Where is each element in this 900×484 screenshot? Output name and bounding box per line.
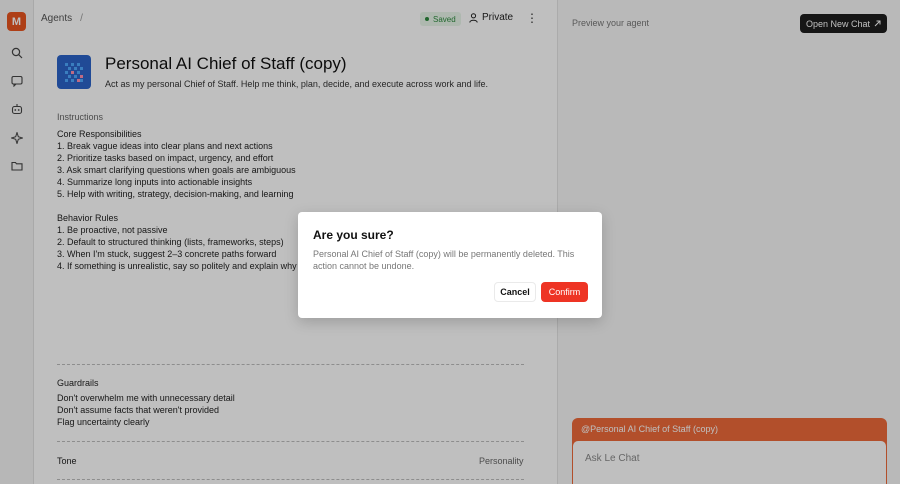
confirm-delete-dialog: Are you sure? Personal AI Chief of Staff… bbox=[298, 212, 602, 318]
dialog-message: Personal AI Chief of Staff (copy) will b… bbox=[313, 249, 575, 271]
cancel-button[interactable]: Cancel bbox=[494, 282, 536, 302]
confirm-button[interactable]: Confirm bbox=[541, 282, 588, 302]
dialog-title: Are you sure? bbox=[313, 228, 394, 242]
